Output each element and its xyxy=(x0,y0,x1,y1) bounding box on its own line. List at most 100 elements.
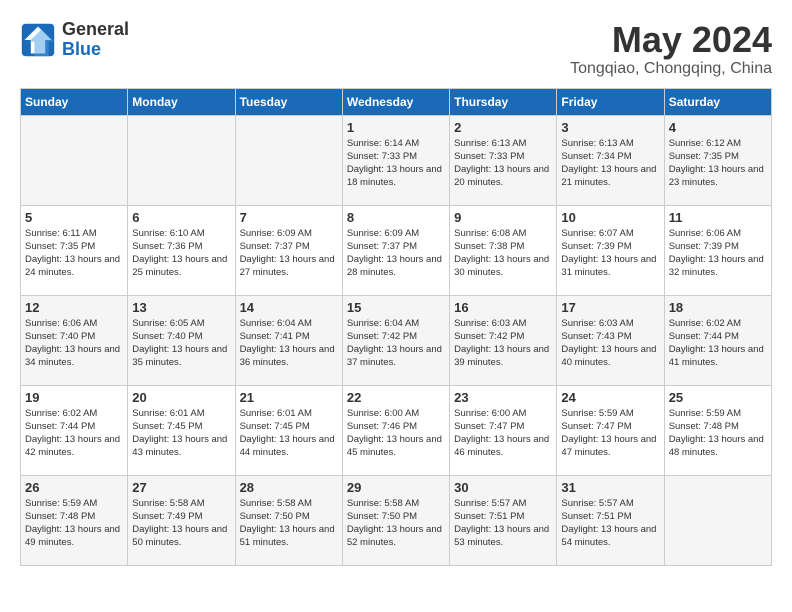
sunrise: Sunrise: 5:58 AM xyxy=(132,498,204,509)
daylight: Daylight: 13 hours and 31 minutes. xyxy=(561,254,656,278)
cell-content: Sunrise: 6:02 AM Sunset: 7:44 PM Dayligh… xyxy=(25,407,123,460)
calendar-cell: 9 Sunrise: 6:08 AM Sunset: 7:38 PM Dayli… xyxy=(450,205,557,295)
calendar-cell: 17 Sunrise: 6:03 AM Sunset: 7:43 PM Dayl… xyxy=(557,295,664,385)
day-number: 17 xyxy=(561,300,659,315)
sunrise: Sunrise: 6:05 AM xyxy=(132,318,204,329)
sunrise: Sunrise: 5:58 AM xyxy=(347,498,419,509)
cell-content: Sunrise: 6:09 AM Sunset: 7:37 PM Dayligh… xyxy=(240,227,338,280)
cell-content: Sunrise: 6:09 AM Sunset: 7:37 PM Dayligh… xyxy=(347,227,445,280)
calendar-table: SundayMondayTuesdayWednesdayThursdayFrid… xyxy=(20,88,772,566)
sunset: Sunset: 7:42 PM xyxy=(347,331,417,342)
sunset: Sunset: 7:38 PM xyxy=(454,241,524,252)
logo-line1: General xyxy=(62,20,129,40)
cell-content: Sunrise: 6:14 AM Sunset: 7:33 PM Dayligh… xyxy=(347,137,445,190)
calendar-week: 26 Sunrise: 5:59 AM Sunset: 7:48 PM Dayl… xyxy=(21,475,772,565)
sunrise: Sunrise: 6:02 AM xyxy=(669,318,741,329)
calendar-week: 19 Sunrise: 6:02 AM Sunset: 7:44 PM Dayl… xyxy=(21,385,772,475)
cell-content: Sunrise: 6:05 AM Sunset: 7:40 PM Dayligh… xyxy=(132,317,230,370)
calendar-cell: 12 Sunrise: 6:06 AM Sunset: 7:40 PM Dayl… xyxy=(21,295,128,385)
day-number: 15 xyxy=(347,300,445,315)
sunset: Sunset: 7:51 PM xyxy=(454,511,524,522)
sunset: Sunset: 7:43 PM xyxy=(561,331,631,342)
sunrise: Sunrise: 6:13 AM xyxy=(561,138,633,149)
calendar-body: 1 Sunrise: 6:14 AM Sunset: 7:33 PM Dayli… xyxy=(21,115,772,565)
day-number: 31 xyxy=(561,480,659,495)
calendar-cell: 5 Sunrise: 6:11 AM Sunset: 7:35 PM Dayli… xyxy=(21,205,128,295)
daylight: Daylight: 13 hours and 44 minutes. xyxy=(240,434,335,458)
day-number: 18 xyxy=(669,300,767,315)
daylight: Daylight: 13 hours and 45 minutes. xyxy=(347,434,442,458)
calendar-cell: 14 Sunrise: 6:04 AM Sunset: 7:41 PM Dayl… xyxy=(235,295,342,385)
calendar-cell: 15 Sunrise: 6:04 AM Sunset: 7:42 PM Dayl… xyxy=(342,295,449,385)
day-number: 30 xyxy=(454,480,552,495)
cell-content: Sunrise: 6:07 AM Sunset: 7:39 PM Dayligh… xyxy=(561,227,659,280)
daylight: Daylight: 13 hours and 28 minutes. xyxy=(347,254,442,278)
calendar-cell: 31 Sunrise: 5:57 AM Sunset: 7:51 PM Dayl… xyxy=(557,475,664,565)
sunset: Sunset: 7:39 PM xyxy=(561,241,631,252)
calendar-cell: 2 Sunrise: 6:13 AM Sunset: 7:33 PM Dayli… xyxy=(450,115,557,205)
sunset: Sunset: 7:44 PM xyxy=(25,421,95,432)
sunset: Sunset: 7:45 PM xyxy=(132,421,202,432)
day-number: 13 xyxy=(132,300,230,315)
sunset: Sunset: 7:33 PM xyxy=(454,151,524,162)
calendar-cell: 7 Sunrise: 6:09 AM Sunset: 7:37 PM Dayli… xyxy=(235,205,342,295)
day-number: 1 xyxy=(347,120,445,135)
daylight: Daylight: 13 hours and 42 minutes. xyxy=(25,434,120,458)
cell-content: Sunrise: 6:12 AM Sunset: 7:35 PM Dayligh… xyxy=(669,137,767,190)
logo: General Blue xyxy=(20,20,129,60)
day-number: 7 xyxy=(240,210,338,225)
sunrise: Sunrise: 6:10 AM xyxy=(132,228,204,239)
weekday-header: Wednesday xyxy=(342,88,449,115)
calendar-cell: 16 Sunrise: 6:03 AM Sunset: 7:42 PM Dayl… xyxy=(450,295,557,385)
cell-content: Sunrise: 6:03 AM Sunset: 7:43 PM Dayligh… xyxy=(561,317,659,370)
calendar-cell: 24 Sunrise: 5:59 AM Sunset: 7:47 PM Dayl… xyxy=(557,385,664,475)
logo-line2: Blue xyxy=(62,40,129,60)
day-number: 21 xyxy=(240,390,338,405)
sunset: Sunset: 7:39 PM xyxy=(669,241,739,252)
sunrise: Sunrise: 6:03 AM xyxy=(454,318,526,329)
calendar-cell xyxy=(235,115,342,205)
daylight: Daylight: 13 hours and 43 minutes. xyxy=(132,434,227,458)
location-title: Tongqiao, Chongqing, China xyxy=(570,60,772,78)
sunrise: Sunrise: 6:04 AM xyxy=(347,318,419,329)
calendar-cell: 23 Sunrise: 6:00 AM Sunset: 7:47 PM Dayl… xyxy=(450,385,557,475)
cell-content: Sunrise: 6:06 AM Sunset: 7:39 PM Dayligh… xyxy=(669,227,767,280)
cell-content: Sunrise: 6:00 AM Sunset: 7:47 PM Dayligh… xyxy=(454,407,552,460)
day-number: 22 xyxy=(347,390,445,405)
daylight: Daylight: 13 hours and 51 minutes. xyxy=(240,524,335,548)
sunset: Sunset: 7:34 PM xyxy=(561,151,631,162)
sunset: Sunset: 7:50 PM xyxy=(347,511,417,522)
sunrise: Sunrise: 6:11 AM xyxy=(25,228,97,239)
cell-content: Sunrise: 6:06 AM Sunset: 7:40 PM Dayligh… xyxy=(25,317,123,370)
sunset: Sunset: 7:49 PM xyxy=(132,511,202,522)
cell-content: Sunrise: 6:04 AM Sunset: 7:42 PM Dayligh… xyxy=(347,317,445,370)
daylight: Daylight: 13 hours and 47 minutes. xyxy=(561,434,656,458)
sunset: Sunset: 7:35 PM xyxy=(25,241,95,252)
day-number: 11 xyxy=(669,210,767,225)
sunrise: Sunrise: 6:08 AM xyxy=(454,228,526,239)
cell-content: Sunrise: 5:58 AM Sunset: 7:50 PM Dayligh… xyxy=(240,497,338,550)
sunrise: Sunrise: 6:04 AM xyxy=(240,318,312,329)
day-number: 29 xyxy=(347,480,445,495)
calendar-cell: 22 Sunrise: 6:00 AM Sunset: 7:46 PM Dayl… xyxy=(342,385,449,475)
sunset: Sunset: 7:45 PM xyxy=(240,421,310,432)
sunrise: Sunrise: 5:57 AM xyxy=(454,498,526,509)
cell-content: Sunrise: 6:10 AM Sunset: 7:36 PM Dayligh… xyxy=(132,227,230,280)
daylight: Daylight: 13 hours and 24 minutes. xyxy=(25,254,120,278)
cell-content: Sunrise: 5:58 AM Sunset: 7:50 PM Dayligh… xyxy=(347,497,445,550)
sunrise: Sunrise: 5:59 AM xyxy=(669,408,741,419)
sunset: Sunset: 7:48 PM xyxy=(669,421,739,432)
sunset: Sunset: 7:50 PM xyxy=(240,511,310,522)
sunset: Sunset: 7:47 PM xyxy=(561,421,631,432)
sunset: Sunset: 7:33 PM xyxy=(347,151,417,162)
day-number: 28 xyxy=(240,480,338,495)
calendar-cell: 29 Sunrise: 5:58 AM Sunset: 7:50 PM Dayl… xyxy=(342,475,449,565)
sunrise: Sunrise: 6:06 AM xyxy=(669,228,741,239)
daylight: Daylight: 13 hours and 48 minutes. xyxy=(669,434,764,458)
day-number: 6 xyxy=(132,210,230,225)
page-header: General Blue May 2024 Tongqiao, Chongqin… xyxy=(20,20,772,78)
calendar-week: 5 Sunrise: 6:11 AM Sunset: 7:35 PM Dayli… xyxy=(21,205,772,295)
day-number: 3 xyxy=(561,120,659,135)
calendar-cell: 26 Sunrise: 5:59 AM Sunset: 7:48 PM Dayl… xyxy=(21,475,128,565)
daylight: Daylight: 13 hours and 37 minutes. xyxy=(347,344,442,368)
